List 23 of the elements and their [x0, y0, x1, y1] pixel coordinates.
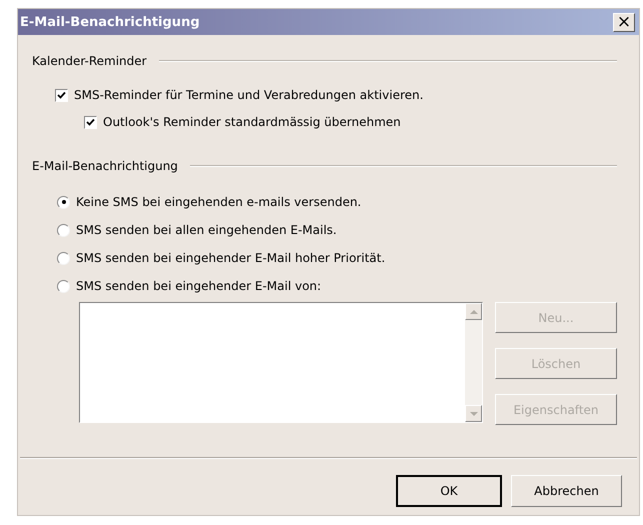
checkbox-label: SMS-Reminder für Termine und Verabredungen aktivieren. [74, 88, 424, 102]
scroll-up-button[interactable] [465, 303, 482, 320]
checkbox-label: Outlook's Reminder standardmässig übernehmen [103, 115, 401, 129]
dialog-button[interactable]: OK [396, 475, 502, 507]
group-title: E-Mail-Benachrichtigung [32, 159, 178, 173]
checkbox[interactable] [55, 88, 68, 102]
dialog-button[interactable]: Abbrechen [511, 475, 622, 507]
radio-label: SMS senden bei allen eingehenden E-Mails. [76, 223, 337, 237]
group-title: Kalender-Reminder [32, 54, 147, 68]
radio-label: Keine SMS bei eingehenden e-mails versenden. [76, 195, 362, 209]
radio-button[interactable] [57, 252, 70, 264]
down-arrow-icon [470, 412, 478, 416]
checkbox[interactable] [84, 116, 97, 128]
close-button[interactable]: × [613, 12, 635, 32]
scrollbar[interactable] [465, 303, 482, 422]
up-arrow-icon [470, 310, 478, 314]
radio-button[interactable] [57, 224, 70, 236]
radio-label: SMS senden bei eingehender E-Mail hoher Priorität. [76, 251, 386, 265]
radio-label: SMS senden bei eingehender E-Mail von: [76, 279, 322, 293]
window-title: E-Mail-Benachrichtigung [20, 14, 200, 30]
radio-button[interactable] [57, 280, 70, 292]
radio-button[interactable] [57, 196, 70, 208]
scroll-down-button[interactable] [465, 405, 482, 422]
